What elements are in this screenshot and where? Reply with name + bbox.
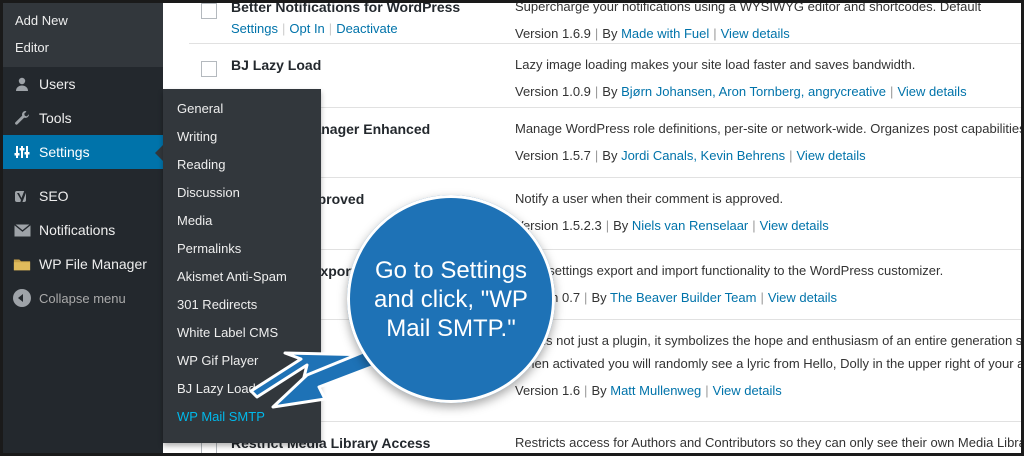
callout-text: Go to Settings and click, "WP Mail SMTP.… bbox=[374, 256, 528, 342]
screenshot-frame: Better Notifications for WordPress Settin… bbox=[0, 0, 1024, 456]
instruction-callout: Go to Settings and click, "WP Mail SMTP.… bbox=[347, 195, 555, 403]
